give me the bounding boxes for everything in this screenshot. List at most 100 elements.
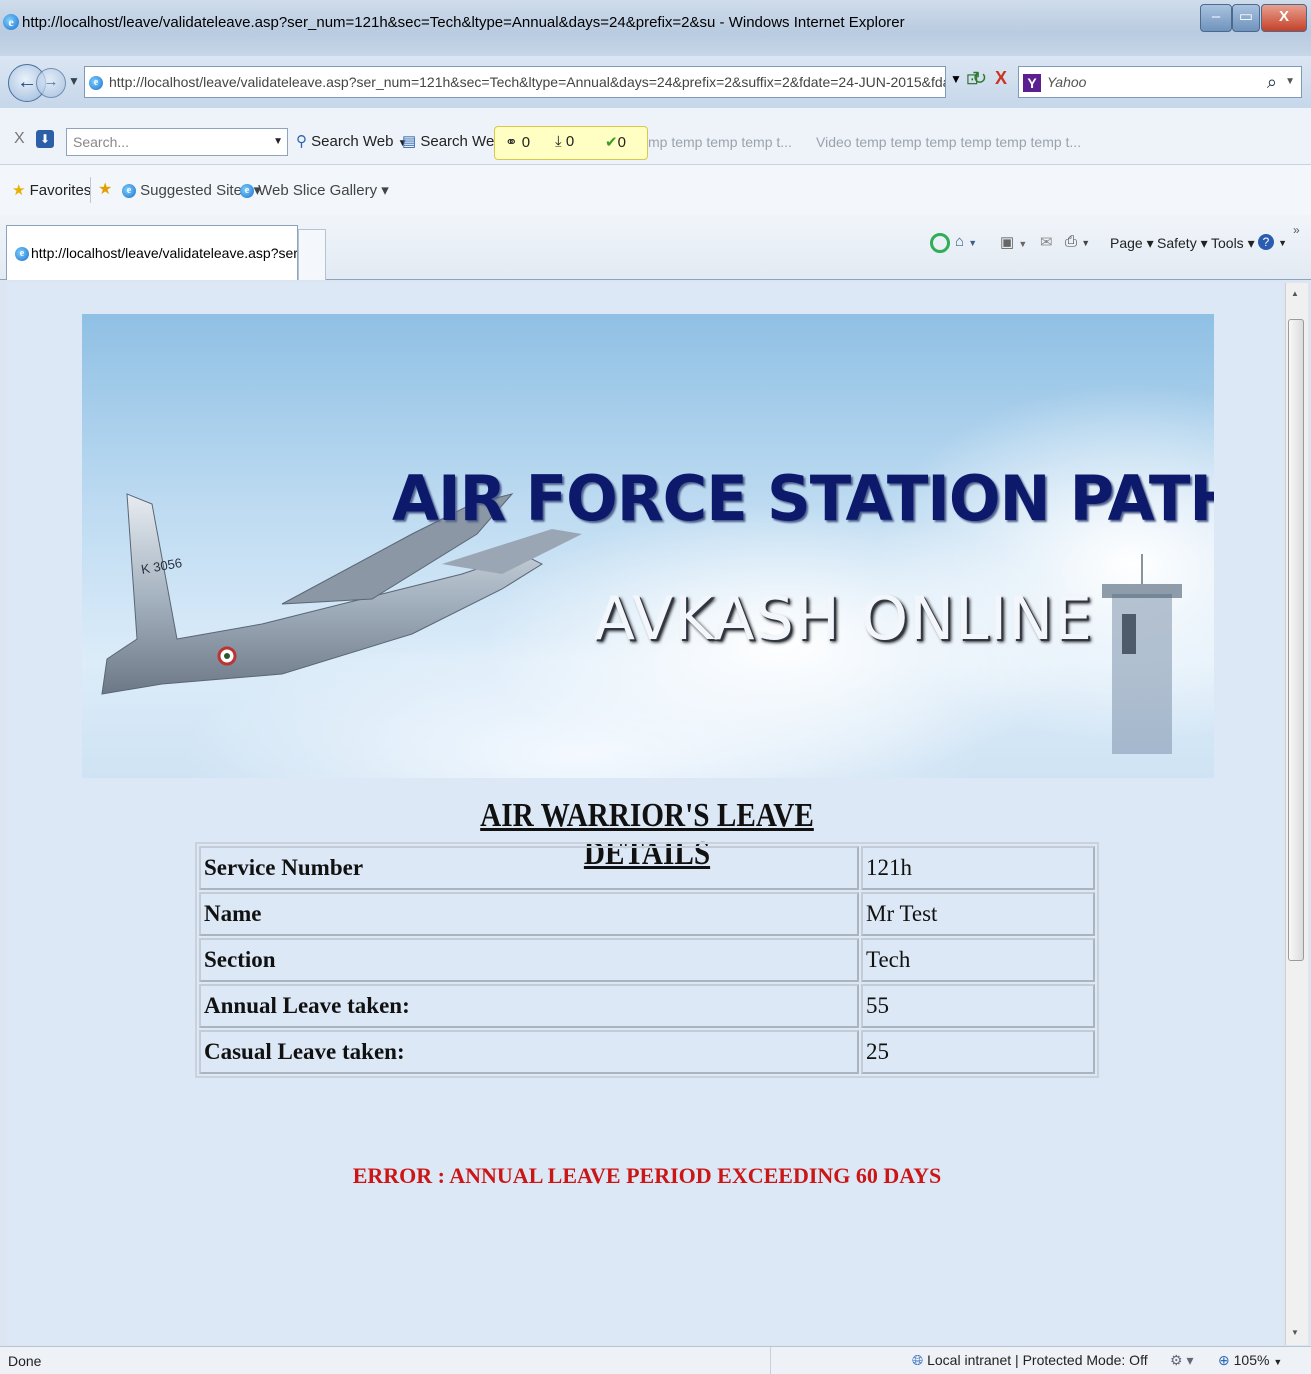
rss-icon: ▣ <box>1000 234 1015 251</box>
zoom-level: 105% <box>1233 1352 1270 1368</box>
ie-page-icon: e <box>240 184 254 199</box>
tab-title: http://localhost/leave/validateleave.asp… <box>31 245 298 261</box>
row-label: Casual Leave taken: <box>199 1030 859 1074</box>
ie-page-icon: e <box>15 247 29 262</box>
new-tab-button[interactable] <box>298 229 326 280</box>
tab-strip: e http://localhost/leave/validateleave.as… <box>0 215 1311 280</box>
scrollbar-thumb[interactable] <box>1288 319 1304 961</box>
counter-2-value: 0 <box>565 133 575 150</box>
toolbar-close-button[interactable]: X <box>14 130 25 148</box>
chevron-down-icon: ▼ <box>1081 238 1091 248</box>
page-viewport: K 3056 AIR FORCE STATION PATHANKOT AVKAS… <box>7 283 1283 1345</box>
status-text: Done <box>8 1353 42 1369</box>
status-bar: Done 🌐︎ Local intranet | Protected Mode:… <box>0 1346 1311 1374</box>
window-title: http://localhost/leave/validateleave.asp… <box>22 14 905 31</box>
banner-title: AIR FORCE STATION PATHANKOT <box>392 462 1214 535</box>
overflow-chevron[interactable]: » <box>1293 223 1300 237</box>
toolbar-faded-link-1[interactable]: mp temp temp temp t... <box>648 134 792 150</box>
counter-1-value: 0 <box>521 134 531 151</box>
row-label: Service Number <box>199 846 859 890</box>
home-icon: ⌂ <box>955 233 965 250</box>
ie-logo-icon: e <box>3 14 19 30</box>
table-row: Annual Leave taken: 55 <box>199 984 1095 1028</box>
favorites-button[interactable]: ★ Favorites <box>12 181 91 199</box>
row-value: 55 <box>861 984 1095 1028</box>
search-dropdown-chevron-icon[interactable]: ▼ <box>273 129 283 155</box>
printer-icon: ⎙ <box>1065 233 1078 250</box>
scroll-up-arrow-icon[interactable]: ▲ <box>1291 289 1299 298</box>
counter-group: ⚭ 0 ⤓ 0 ✔0 <box>494 126 648 160</box>
toolbar-faded-link-2[interactable]: Video temp temp temp temp temp temp t... <box>816 134 1081 150</box>
header-banner: K 3056 AIR FORCE STATION PATHANKOT AVKAS… <box>82 314 1214 778</box>
tools-menu[interactable]: Tools ▾ <box>1211 235 1255 252</box>
close-window-button[interactable]: X <box>1261 4 1307 32</box>
toolbar-search-input[interactable]: Search... ▼ <box>66 128 288 156</box>
scroll-down-arrow-icon[interactable]: ▼ <box>1291 1328 1299 1337</box>
counter-1[interactable]: ⚭ 0 <box>505 133 530 151</box>
search-web-button-1[interactable]: ⚲ Search Web ▼ <box>296 132 408 150</box>
home-button[interactable]: ⌂ ▼ <box>955 233 977 250</box>
print-button[interactable]: ⎙ ▼ <box>1065 233 1090 250</box>
search-provider-label: Yahoo <box>1047 74 1087 90</box>
refresh-icon[interactable]: ↻ <box>972 68 987 89</box>
security-zone-label: Local intranet | Protected Mode: Off <box>927 1352 1148 1368</box>
table-row: Service Number 121h <box>199 846 1095 890</box>
help-button[interactable]: ? ▼ <box>1258 233 1287 250</box>
tab-active[interactable]: e http://localhost/leave/validateleave.as… <box>6 225 298 280</box>
control-tower-image <box>1102 554 1182 754</box>
forward-button[interactable]: → <box>36 68 66 98</box>
webslice-icon[interactable] <box>930 233 950 253</box>
search-placeholder: Search... <box>73 134 130 150</box>
toolbar-logo-icon[interactable]: ⬇ <box>36 130 54 148</box>
add-to-favorites-icon[interactable]: ★ <box>98 179 112 199</box>
mail-button[interactable]: ✉ <box>1040 233 1053 251</box>
favorites-bar: ★ Favorites ★ e Suggested Sites ▾ e Web … <box>0 165 1311 215</box>
safety-menu[interactable]: Safety ▾ <box>1157 235 1208 252</box>
row-label: Section <box>199 938 859 982</box>
search-web-button-2[interactable]: ▤ Search Web <box>402 132 503 150</box>
row-value: 25 <box>861 1030 1095 1074</box>
star-icon: ★ <box>12 182 26 199</box>
magnifier-icon: ⚲ <box>296 133 307 150</box>
banner-subtitle: AVKASH ONLINE <box>594 584 1093 654</box>
address-url: http://localhost/leave/validateleave.asp… <box>109 74 945 90</box>
vertical-scrollbar[interactable]: ▲ ▼ <box>1285 283 1308 1345</box>
favorites-label: Favorites <box>29 182 92 199</box>
counter-3[interactable]: ✔0 <box>605 133 626 151</box>
minimize-button[interactable]: – <box>1200 4 1232 32</box>
row-value: 121h <box>861 846 1095 890</box>
mail-icon: ✉ <box>1040 234 1053 251</box>
recent-pages-chevron-icon[interactable]: ▼ <box>68 74 80 88</box>
security-zone[interactable]: 🌐︎ Local intranet | Protected Mode: Off <box>912 1352 1148 1369</box>
chevron-down-icon: ▼ <box>1278 238 1288 248</box>
check-icon: ✔ <box>605 134 618 151</box>
feeds-button[interactable]: ▣ ▼ <box>1000 233 1027 251</box>
maximize-button[interactable]: ▭ <box>1232 4 1260 32</box>
ie-page-icon: e <box>122 184 136 199</box>
zoom-icon: ⊕ <box>1218 1352 1230 1368</box>
web-slice-gallery-label: Web Slice Gallery ▾ <box>258 182 389 199</box>
table-row: Name Mr Test <box>199 892 1095 936</box>
address-bar[interactable]: e http://localhost/leave/validateleave.as… <box>84 66 946 98</box>
row-label: Name <box>199 892 859 936</box>
stop-button[interactable]: X <box>995 68 1007 89</box>
page-menu[interactable]: Page ▾ <box>1110 235 1154 252</box>
address-dropdown-icon[interactable]: ▼ <box>950 72 962 86</box>
table-row: Section Tech <box>199 938 1095 982</box>
search-options-chevron-icon[interactable]: ▼ <box>1285 67 1295 97</box>
chevron-down-icon: ▼ <box>968 238 978 248</box>
divider <box>90 177 91 203</box>
counter-2[interactable]: ⤓ 0 <box>555 133 574 150</box>
table-row: Casual Leave taken: 25 <box>199 1030 1095 1074</box>
search-provider-box[interactable]: Y Yahoo ⌕ ▼ <box>1018 66 1302 98</box>
search-icon[interactable]: ⌕ <box>1267 67 1277 97</box>
zoom-control[interactable]: ⊕ 105% ▼ <box>1218 1352 1282 1369</box>
addon-toolbar: X ⬇ Search... ▼ ⚲ Search Web ▼ ▤ Search … <box>0 108 1311 165</box>
chevron-down-icon: ▼ <box>1273 1357 1283 1367</box>
chevron-down-icon: ▼ <box>1018 239 1028 249</box>
window-title-bar: e http://localhost/leave/validateleave.a… <box>0 0 1311 56</box>
search-web-label: Search Web <box>420 133 503 150</box>
status-addons-icon[interactable]: ⚙ ▾ <box>1170 1352 1193 1369</box>
web-slice-gallery-link[interactable]: e Web Slice Gallery ▾ <box>240 181 389 199</box>
row-label: Annual Leave taken: <box>199 984 859 1028</box>
